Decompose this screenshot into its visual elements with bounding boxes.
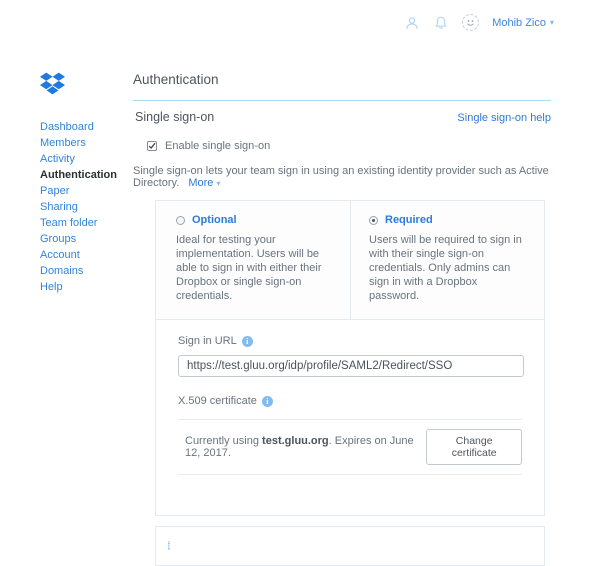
optional-radio-row[interactable]: Optional <box>176 214 334 226</box>
sidebar-item-team-folder[interactable]: Team folder <box>40 215 133 231</box>
bell-icon[interactable] <box>433 15 449 31</box>
chevron-down-icon: ▾ <box>216 179 220 188</box>
sidebar-item-help[interactable]: Help <box>40 279 133 295</box>
optional-label: Optional <box>192 214 237 226</box>
enable-sso-checkbox[interactable] <box>147 141 157 151</box>
required-radio-row[interactable]: Required <box>369 214 528 226</box>
top-header: Mohib Zico ▾ <box>0 0 600 45</box>
sidebar-item-activity[interactable]: Activity <box>40 151 133 167</box>
sidebar-item-account[interactable]: Account <box>40 247 133 263</box>
optional-radio[interactable] <box>176 216 185 225</box>
certificate-domain: test.gluu.org <box>262 435 329 447</box>
info-icon[interactable]: i <box>242 336 253 347</box>
sidebar-item-domains[interactable]: Domains <box>40 263 133 279</box>
page-title: Authentication <box>133 72 551 87</box>
sidebar-item-dashboard[interactable]: Dashboard <box>40 119 133 135</box>
required-radio[interactable] <box>369 216 378 225</box>
change-certificate-button[interactable]: Change certificate <box>426 429 522 465</box>
sso-help-link[interactable]: Single sign-on help <box>457 112 551 124</box>
info-icon[interactable]: i <box>262 396 273 407</box>
required-description: Users will be required to sign in with t… <box>369 233 528 303</box>
sign-in-url-input[interactable] <box>178 355 524 377</box>
user-name: Mohib Zico <box>492 17 546 29</box>
optional-mode-cell: Optional Ideal for testing your implemen… <box>156 201 350 319</box>
smiley-icon <box>464 16 477 29</box>
sidebar-nav: Dashboard Members Activity Authenticatio… <box>40 119 133 295</box>
certificate-row: Currently using test.gluu.org. Expires o… <box>178 419 522 475</box>
user-menu[interactable]: Mohib Zico ▾ <box>492 17 554 29</box>
enable-sso-label: Enable single sign-on <box>165 140 270 152</box>
next-settings-panel: i <box>155 526 545 566</box>
certificate-status: Currently using test.gluu.org. Expires o… <box>185 435 426 459</box>
certificate-label: X.509 certificate <box>178 395 257 407</box>
sign-in-url-label: Sign in URL <box>178 335 237 347</box>
sidebar-item-members[interactable]: Members <box>40 135 133 151</box>
required-mode-cell: Required Users will be required to sign … <box>350 201 544 319</box>
sidebar-item-groups[interactable]: Groups <box>40 231 133 247</box>
sidebar-item-sharing[interactable]: Sharing <box>40 199 133 215</box>
sso-settings-panel: Optional Ideal for testing your implemen… <box>155 200 545 516</box>
main-content: Authentication Single sign-on Single sig… <box>133 45 551 566</box>
optional-description: Ideal for testing your implementation. U… <box>176 233 334 303</box>
sidebar-item-authentication[interactable]: Authentication <box>40 167 133 183</box>
chevron-down-icon: ▾ <box>550 18 554 27</box>
title-divider <box>133 100 551 101</box>
sidebar-item-paper[interactable]: Paper <box>40 183 133 199</box>
required-label: Required <box>385 214 433 226</box>
sso-heading: Single sign-on <box>133 110 214 124</box>
checkmark-icon <box>148 142 156 150</box>
person-icon[interactable] <box>404 15 420 31</box>
user-avatar[interactable] <box>462 14 479 31</box>
sidebar: Dashboard Members Activity Authenticatio… <box>0 45 133 295</box>
info-icon[interactable]: i <box>168 541 170 550</box>
dropbox-logo-icon[interactable] <box>40 72 65 95</box>
more-link[interactable]: More <box>188 177 213 189</box>
